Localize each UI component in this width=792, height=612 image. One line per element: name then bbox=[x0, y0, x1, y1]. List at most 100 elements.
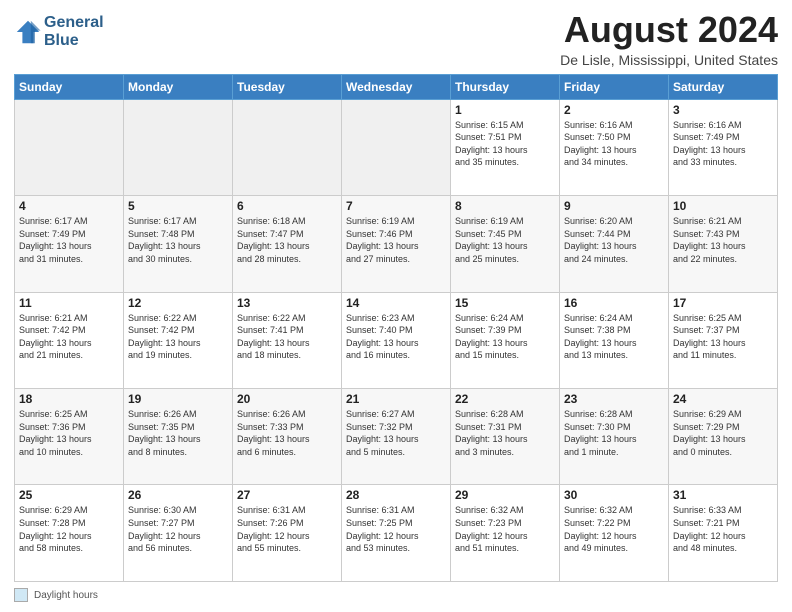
day-number: 21 bbox=[346, 392, 446, 406]
day-number: 14 bbox=[346, 296, 446, 310]
day-number: 11 bbox=[19, 296, 119, 310]
day-info: Sunrise: 6:15 AMSunset: 7:51 PMDaylight:… bbox=[455, 119, 555, 169]
table-row bbox=[233, 99, 342, 195]
table-row: 4 Sunrise: 6:17 AMSunset: 7:49 PMDaylight… bbox=[15, 196, 124, 292]
day-info: Sunrise: 6:28 AMSunset: 7:31 PMDaylight:… bbox=[455, 408, 555, 458]
day-number: 25 bbox=[19, 488, 119, 502]
day-info: Sunrise: 6:19 AMSunset: 7:46 PMDaylight:… bbox=[346, 215, 446, 265]
table-row: 3Sunrise: 6:16 AMSunset: 7:49 PMDaylight… bbox=[669, 99, 778, 195]
logo: General Blue bbox=[14, 14, 104, 49]
day-info: Sunrise: 6:17 AMSunset: 7:48 PMDaylight:… bbox=[128, 215, 228, 265]
day-info: Sunrise: 6:29 AMSunset: 7:28 PMDaylight:… bbox=[19, 504, 119, 554]
month-title: August 2024 bbox=[560, 10, 778, 50]
day-number: 10 bbox=[673, 199, 773, 213]
table-row: 5 Sunrise: 6:17 AMSunset: 7:48 PMDaylight… bbox=[124, 196, 233, 292]
table-row: 24 Sunrise: 6:29 AMSunset: 7:29 PMDayligh… bbox=[669, 389, 778, 485]
table-row: 8 Sunrise: 6:19 AMSunset: 7:45 PMDaylight… bbox=[451, 196, 560, 292]
day-number: 22 bbox=[455, 392, 555, 406]
table-row: 28 Sunrise: 6:31 AMSunset: 7:25 PMDayligh… bbox=[342, 485, 451, 582]
col-thursday: Thursday bbox=[451, 74, 560, 99]
day-number: 15 bbox=[455, 296, 555, 310]
day-info: Sunrise: 6:26 AMSunset: 7:35 PMDaylight:… bbox=[128, 408, 228, 458]
day-info: Sunrise: 6:32 AMSunset: 7:22 PMDaylight:… bbox=[564, 504, 664, 554]
day-number: 7 bbox=[346, 199, 446, 213]
day-number: 3 bbox=[673, 103, 773, 117]
day-info: Sunrise: 6:17 AMSunset: 7:49 PMDaylight:… bbox=[19, 215, 119, 265]
table-row: 26 Sunrise: 6:30 AMSunset: 7:27 PMDayligh… bbox=[124, 485, 233, 582]
table-row: 17Sunrise: 6:25 AMSunset: 7:37 PMDayligh… bbox=[669, 292, 778, 388]
day-info: Sunrise: 6:22 AMSunset: 7:42 PMDaylight:… bbox=[128, 312, 228, 362]
calendar: Sunday Monday Tuesday Wednesday Thursday… bbox=[14, 74, 778, 582]
table-row: 20Sunrise: 6:26 AMSunset: 7:33 PMDayligh… bbox=[233, 389, 342, 485]
day-number: 20 bbox=[237, 392, 337, 406]
day-number: 4 bbox=[19, 199, 119, 213]
col-wednesday: Wednesday bbox=[342, 74, 451, 99]
table-row: 7 Sunrise: 6:19 AMSunset: 7:46 PMDaylight… bbox=[342, 196, 451, 292]
day-number: 18 bbox=[19, 392, 119, 406]
calendar-body: 1 Sunrise: 6:15 AMSunset: 7:51 PMDaylight… bbox=[15, 99, 778, 581]
day-number: 8 bbox=[455, 199, 555, 213]
table-row: 23 Sunrise: 6:28 AMSunset: 7:30 PMDayligh… bbox=[560, 389, 669, 485]
day-info: Sunrise: 6:33 AMSunset: 7:21 PMDaylight:… bbox=[673, 504, 773, 554]
day-info: Sunrise: 6:19 AMSunset: 7:45 PMDaylight:… bbox=[455, 215, 555, 265]
table-row: 15 Sunrise: 6:24 AMSunset: 7:39 PMDayligh… bbox=[451, 292, 560, 388]
day-info: Sunrise: 6:25 AMSunset: 7:37 PMDaylight:… bbox=[673, 312, 773, 362]
day-number: 1 bbox=[455, 103, 555, 117]
day-info: Sunrise: 6:20 AMSunset: 7:44 PMDaylight:… bbox=[564, 215, 664, 265]
table-row: 13Sunrise: 6:22 AMSunset: 7:41 PMDayligh… bbox=[233, 292, 342, 388]
logo-icon bbox=[14, 18, 42, 46]
day-number: 27 bbox=[237, 488, 337, 502]
day-number: 19 bbox=[128, 392, 228, 406]
table-row: 21Sunrise: 6:27 AMSunset: 7:32 PMDayligh… bbox=[342, 389, 451, 485]
day-number: 29 bbox=[455, 488, 555, 502]
daylight-label: Daylight hours bbox=[34, 590, 98, 601]
table-row: 18 Sunrise: 6:25 AMSunset: 7:36 PMDayligh… bbox=[15, 389, 124, 485]
day-info: Sunrise: 6:24 AMSunset: 7:39 PMDaylight:… bbox=[455, 312, 555, 362]
table-row: 27 Sunrise: 6:31 AMSunset: 7:26 PMDayligh… bbox=[233, 485, 342, 582]
col-monday: Monday bbox=[124, 74, 233, 99]
day-number: 28 bbox=[346, 488, 446, 502]
day-number: 16 bbox=[564, 296, 664, 310]
day-number: 26 bbox=[128, 488, 228, 502]
day-info: Sunrise: 6:31 AMSunset: 7:26 PMDaylight:… bbox=[237, 504, 337, 554]
day-info: Sunrise: 6:24 AMSunset: 7:38 PMDaylight:… bbox=[564, 312, 664, 362]
footer: Daylight hours bbox=[14, 588, 778, 602]
day-info: Sunrise: 6:25 AMSunset: 7:36 PMDaylight:… bbox=[19, 408, 119, 458]
day-info: Sunrise: 6:21 AMSunset: 7:43 PMDaylight:… bbox=[673, 215, 773, 265]
calendar-header-row: Sunday Monday Tuesday Wednesday Thursday… bbox=[15, 74, 778, 99]
title-block: August 2024 De Lisle, Mississippi, Unite… bbox=[560, 10, 778, 68]
day-info: Sunrise: 6:30 AMSunset: 7:27 PMDaylight:… bbox=[128, 504, 228, 554]
day-number: 24 bbox=[673, 392, 773, 406]
day-info: Sunrise: 6:29 AMSunset: 7:29 PMDaylight:… bbox=[673, 408, 773, 458]
table-row: 1 Sunrise: 6:15 AMSunset: 7:51 PMDaylight… bbox=[451, 99, 560, 195]
day-info: Sunrise: 6:23 AMSunset: 7:40 PMDaylight:… bbox=[346, 312, 446, 362]
table-row: 2 Sunrise: 6:16 AMSunset: 7:50 PMDaylight… bbox=[560, 99, 669, 195]
table-row: 10 Sunrise: 6:21 AMSunset: 7:43 PMDayligh… bbox=[669, 196, 778, 292]
day-info: Sunrise: 6:28 AMSunset: 7:30 PMDaylight:… bbox=[564, 408, 664, 458]
col-sunday: Sunday bbox=[15, 74, 124, 99]
table-row: 30 Sunrise: 6:32 AMSunset: 7:22 PMDayligh… bbox=[560, 485, 669, 582]
day-number: 30 bbox=[564, 488, 664, 502]
table-row: 31 Sunrise: 6:33 AMSunset: 7:21 PMDayligh… bbox=[669, 485, 778, 582]
table-row: 25 Sunrise: 6:29 AMSunset: 7:28 PMDayligh… bbox=[15, 485, 124, 582]
calendar-week-1: 1 Sunrise: 6:15 AMSunset: 7:51 PMDaylight… bbox=[15, 99, 778, 195]
day-info: Sunrise: 6:18 AMSunset: 7:47 PMDaylight:… bbox=[237, 215, 337, 265]
col-tuesday: Tuesday bbox=[233, 74, 342, 99]
col-saturday: Saturday bbox=[669, 74, 778, 99]
day-number: 2 bbox=[564, 103, 664, 117]
day-info: Sunrise: 6:16 AMSunset: 7:50 PMDaylight:… bbox=[564, 119, 664, 169]
day-number: 5 bbox=[128, 199, 228, 213]
header: General Blue August 2024 De Lisle, Missi… bbox=[14, 10, 778, 68]
day-info: Sunrise: 6:31 AMSunset: 7:25 PMDaylight:… bbox=[346, 504, 446, 554]
day-info: Sunrise: 6:21 AMSunset: 7:42 PMDaylight:… bbox=[19, 312, 119, 362]
table-row: 16 Sunrise: 6:24 AMSunset: 7:38 PMDayligh… bbox=[560, 292, 669, 388]
col-friday: Friday bbox=[560, 74, 669, 99]
table-row: 9 Sunrise: 6:20 AMSunset: 7:44 PMDaylight… bbox=[560, 196, 669, 292]
day-number: 9 bbox=[564, 199, 664, 213]
table-row: 11 Sunrise: 6:21 AMSunset: 7:42 PMDayligh… bbox=[15, 292, 124, 388]
day-number: 23 bbox=[564, 392, 664, 406]
table-row: 19 Sunrise: 6:26 AMSunset: 7:35 PMDayligh… bbox=[124, 389, 233, 485]
day-number: 31 bbox=[673, 488, 773, 502]
day-info: Sunrise: 6:22 AMSunset: 7:41 PMDaylight:… bbox=[237, 312, 337, 362]
calendar-week-3: 11 Sunrise: 6:21 AMSunset: 7:42 PMDayligh… bbox=[15, 292, 778, 388]
